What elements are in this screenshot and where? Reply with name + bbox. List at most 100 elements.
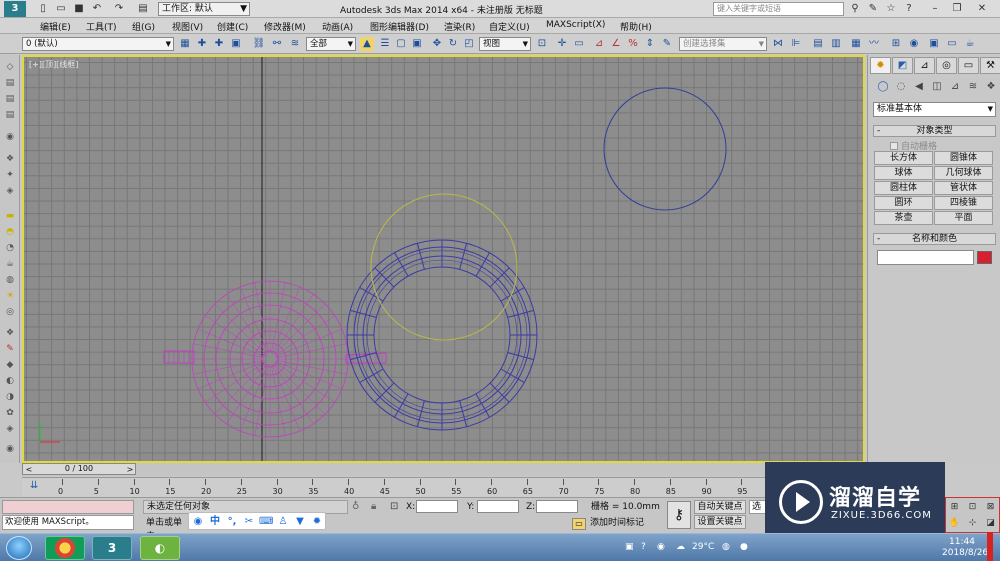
tray-icon-3[interactable]: ◉ <box>657 542 665 552</box>
zoom-extents-icon[interactable]: ⊞ <box>948 501 961 514</box>
systems-icon[interactable]: ❖ <box>984 80 998 94</box>
pan-icon[interactable]: ✋ <box>948 517 961 530</box>
rendered-frame-icon[interactable]: ▭ <box>945 37 959 51</box>
tool-icon-18[interactable]: ◆ <box>3 359 17 371</box>
restore-icon[interactable]: ❐ <box>950 2 964 16</box>
transform-mode-icon[interactable]: ⊡ <box>390 501 398 512</box>
cylinder-button[interactable]: 圆柱体 <box>874 181 933 195</box>
tool-icon-20[interactable]: ◑ <box>3 391 17 403</box>
select-object-icon[interactable]: ▲ <box>360 37 374 51</box>
ime-logo-icon[interactable]: ◉ <box>191 515 205 529</box>
x-coordinate-input[interactable] <box>416 500 458 513</box>
geosphere-button[interactable]: 几何球体 <box>934 166 993 180</box>
select-by-name-icon[interactable]: ☰ <box>378 37 392 51</box>
tab-hierarchy[interactable]: ⊿ <box>914 57 935 74</box>
star-icon[interactable]: ☆ <box>884 2 898 16</box>
maxscript-listener-input[interactable] <box>2 500 134 514</box>
open-file-icon[interactable]: ▭ <box>54 2 68 15</box>
layer-manager-icon[interactable]: ▦ <box>178 37 192 51</box>
tool-icon-5[interactable]: ◉ <box>3 131 17 143</box>
maxscript-output[interactable]: 欢迎使用 MAXScript。 <box>2 515 134 530</box>
render-production-icon[interactable]: ☕ <box>963 37 977 51</box>
object-name-input[interactable] <box>877 250 974 265</box>
viewport-top[interactable]: [+][顶][线框] <box>22 55 865 463</box>
helpers-icon[interactable]: ⊿ <box>948 80 962 94</box>
lock-icon[interactable]: 🔒︎ <box>371 501 376 512</box>
ime-chinese-icon[interactable]: 中 <box>208 515 222 529</box>
angle-snap-icon[interactable]: ∠ <box>609 37 623 51</box>
sphere-button[interactable]: 球体 <box>874 166 933 180</box>
menu-tools[interactable]: 工具(T) <box>86 20 117 33</box>
menu-rendering[interactable]: 渲染(R) <box>444 20 475 33</box>
keyboard-shortcut-icon[interactable]: ▭ <box>572 37 586 51</box>
isolate-icon[interactable]: ♁ <box>352 501 359 512</box>
tray-icon-4[interactable]: ◍ <box>722 542 730 552</box>
maximize-viewport-icon[interactable]: ◪ <box>984 517 997 530</box>
tool-icon-22[interactable]: ◈ <box>3 423 17 435</box>
box-button[interactable]: 长方体 <box>874 151 933 165</box>
tab-utilities[interactable]: ⚒ <box>980 57 1000 74</box>
add-time-tag[interactable]: 添加时间标记 <box>590 516 662 530</box>
spinner-snap-icon[interactable]: ⇕ <box>643 37 657 51</box>
tool-icon-6[interactable]: ❖ <box>3 153 17 165</box>
ime-user-icon[interactable]: ♙ <box>276 515 290 529</box>
align-icon[interactable]: ⊫ <box>789 37 803 51</box>
3dsmax-taskbar-icon[interactable]: 3 <box>92 536 132 560</box>
teapot-button[interactable]: 茶壶 <box>874 211 933 225</box>
new-file-icon[interactable]: ▯ <box>36 2 50 15</box>
save-icon[interactable]: ■ <box>72 2 86 15</box>
layer-dropdown[interactable]: 0 (默认) ▼ <box>22 37 174 51</box>
render-setup-icon[interactable]: ▣ <box>927 37 941 51</box>
menu-graph-editors[interactable]: 图形编辑器(D) <box>370 20 429 33</box>
ime-punctuation-icon[interactable]: °, <box>225 515 239 529</box>
minimize-icon[interactable]: – <box>928 2 942 16</box>
zoom-region-icon[interactable]: ⊡ <box>966 501 979 514</box>
time-slider-thumb[interactable]: < 0 / 100 > <box>22 463 136 475</box>
tool-icon-7[interactable]: ✦ <box>3 169 17 181</box>
tool-icon-23[interactable]: ◉ <box>3 443 17 455</box>
tool-icon-8[interactable]: ◈ <box>3 185 17 197</box>
object-color-swatch[interactable] <box>977 251 992 264</box>
menu-animation[interactable]: 动画(A) <box>322 20 353 33</box>
object-category-dropdown[interactable]: 标准基本体 ▼ <box>873 102 996 117</box>
menu-create[interactable]: 创建(C) <box>217 20 248 33</box>
reference-coordinate-dropdown[interactable]: 视图 ▼ <box>479 37 531 51</box>
ime-keyboard-icon[interactable]: ⌨ <box>259 515 273 529</box>
named-selection-sets-dropdown[interactable]: 创建选择集 ▼ <box>679 37 767 51</box>
sun-icon[interactable]: ☀ <box>3 290 17 302</box>
cameras-icon[interactable]: ◫ <box>930 80 944 94</box>
tray-help-icon[interactable]: ? <box>641 542 646 552</box>
tool-icon-17[interactable]: ✎ <box>3 343 17 355</box>
ime-settings-icon[interactable]: ✹ <box>310 515 324 529</box>
window-crossing-icon[interactable]: ▣ <box>410 37 424 51</box>
redo-icon[interactable]: ↷ <box>112 2 126 15</box>
app-taskbar-icon[interactable]: ◐ <box>140 536 180 560</box>
search-input[interactable]: 键入关键字或短语 <box>713 2 844 16</box>
graphite-toggle-icon[interactable]: ▦ <box>849 37 863 51</box>
menu-help[interactable]: 帮助(H) <box>620 20 652 33</box>
tool-icon-16[interactable]: ❖ <box>3 327 17 339</box>
space-warps-icon[interactable]: ≋ <box>966 80 980 94</box>
auto-key-button[interactable]: 自动关键点 <box>694 500 746 514</box>
close-icon[interactable]: ✕ <box>975 2 989 16</box>
tool-icon-19[interactable]: ◐ <box>3 375 17 387</box>
layer-explorer-icon[interactable]: ▥ <box>829 37 843 51</box>
next-frame-icon[interactable]: > <box>124 464 136 476</box>
project-folder-icon[interactable]: ▤ <box>136 2 150 15</box>
tab-display[interactable]: ▭ <box>958 57 979 74</box>
mirror-icon[interactable]: ⋈ <box>771 37 785 51</box>
start-button[interactable] <box>6 536 32 560</box>
tool-icon-9[interactable]: ▬ <box>3 210 17 222</box>
zoom-extents-all-icon[interactable]: ⊠ <box>984 501 997 514</box>
selection-filter-dropdown[interactable]: 全部 ▼ <box>306 37 356 51</box>
tool-icon-15[interactable]: ◎ <box>3 306 17 318</box>
schematic-view-icon[interactable]: ⊞ <box>889 37 903 51</box>
time-slider-track[interactable]: < 0 / 100 > <box>22 463 865 476</box>
time-tag-icon[interactable]: ▭ <box>572 518 586 530</box>
percent-snap-icon[interactable]: % <box>626 37 640 51</box>
tool-icon-3[interactable]: ▤ <box>3 93 17 105</box>
menu-modifiers[interactable]: 修改器(M) <box>264 20 306 33</box>
ime-scissors-icon[interactable]: ✂ <box>242 515 256 529</box>
tab-motion[interactable]: ◎ <box>936 57 957 74</box>
new-layer-icon[interactable]: ✚ <box>195 37 209 51</box>
